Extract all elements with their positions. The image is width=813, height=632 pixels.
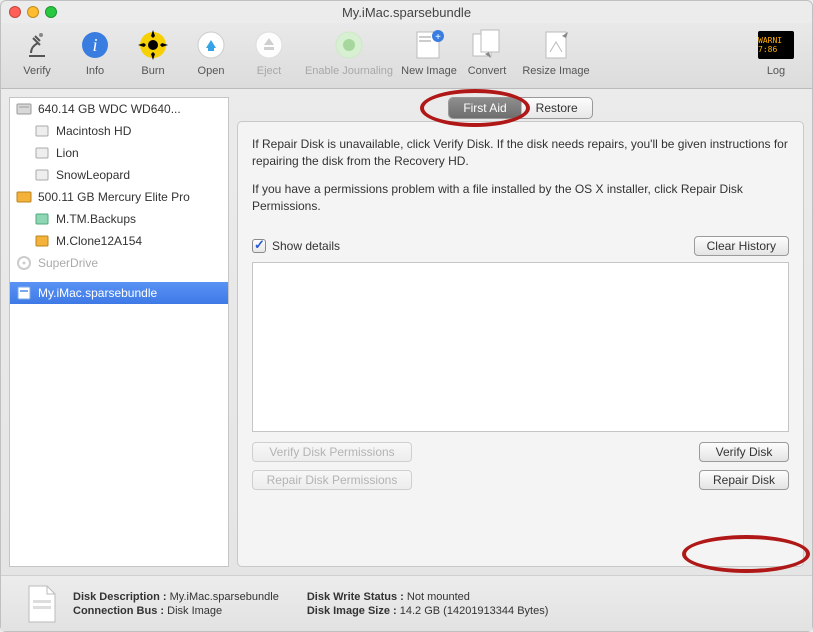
titlebar: My.iMac.sparsebundle — [1, 1, 812, 23]
sidebar-vol-tm-backups[interactable]: M.TM.Backups — [10, 208, 228, 230]
meta-write-val: Not mounted — [407, 591, 470, 603]
sidebar-sparsebundle[interactable]: My.iMac.sparsebundle — [10, 282, 228, 304]
repair-disk-button[interactable]: Repair Disk — [699, 470, 789, 490]
microscope-icon — [19, 27, 55, 63]
volume-icon — [34, 145, 50, 161]
clear-history-button[interactable]: Clear History — [694, 236, 789, 256]
repair-disk-permissions-button: Repair Disk Permissions — [252, 470, 412, 490]
toolbar-resize-image[interactable]: Resize Image — [517, 25, 595, 77]
toolbar-eject: Eject — [241, 25, 297, 77]
volume-icon — [34, 233, 50, 249]
sidebar-blank — [10, 274, 228, 282]
tab-restore[interactable]: Restore — [522, 98, 592, 118]
meta-size-val: 14.2 GB (14201913344 Bytes) — [400, 605, 549, 617]
document-icon — [25, 584, 59, 624]
meta-desc-val: My.iMac.sparsebundle — [170, 591, 279, 603]
volume-icon — [34, 123, 50, 139]
first-aid-pane: If Repair Disk is unavailable, click Ver… — [237, 121, 804, 567]
journaling-icon — [331, 27, 367, 63]
toolbar-burn[interactable]: Burn — [125, 25, 181, 77]
convert-icon — [469, 27, 505, 63]
resize-image-icon — [538, 27, 574, 63]
device-sidebar[interactable]: 640.14 GB WDC WD640... Macintosh HD Lion… — [9, 97, 229, 567]
toolbar-verify[interactable]: Verify — [9, 25, 65, 77]
toolbar-log[interactable]: WARNI 7:86 Log — [748, 25, 804, 77]
burn-icon — [135, 27, 171, 63]
optical-drive-icon — [16, 255, 32, 271]
verify-disk-permissions-button: Verify Disk Permissions — [252, 442, 412, 462]
toolbar-convert[interactable]: Convert — [459, 25, 515, 77]
toolbar-open[interactable]: Open — [183, 25, 239, 77]
sidebar-vol-lion[interactable]: Lion — [10, 142, 228, 164]
svg-text:+: + — [435, 32, 441, 43]
toolbar: Verify i Info Burn Open Eject — [1, 23, 812, 89]
toolbar-info[interactable]: i Info — [67, 25, 123, 77]
meta-write-key: Disk Write Status : — [307, 591, 404, 603]
new-image-icon: + — [411, 27, 447, 63]
sidebar-vol-snowleopard[interactable]: SnowLeopard — [10, 164, 228, 186]
volume-icon — [34, 167, 50, 183]
meta-size-key: Disk Image Size : — [307, 605, 397, 617]
meta-desc-key: Disk Description : — [73, 591, 167, 603]
toolbar-enable-journaling: Enable Journaling — [299, 25, 399, 77]
sidebar-vol-macintosh-hd[interactable]: Macintosh HD — [10, 120, 228, 142]
info-icon: i — [77, 27, 113, 63]
main-panel: First Aid Restore If Repair Disk is unav… — [237, 97, 804, 567]
verify-disk-button[interactable]: Verify Disk — [699, 442, 789, 462]
tab-bar: First Aid Restore — [237, 97, 804, 123]
details-log[interactable] — [252, 262, 789, 432]
show-details-checkbox[interactable] — [252, 239, 266, 253]
disk-image-icon — [16, 285, 32, 301]
tab-first-aid[interactable]: First Aid — [449, 98, 521, 118]
meta-conn-key: Connection Bus : — [73, 605, 164, 617]
sidebar-superdrive: SuperDrive — [10, 252, 228, 274]
sidebar-disk-wdc[interactable]: 640.14 GB WDC WD640... — [10, 98, 228, 120]
pane-description: If Repair Disk is unavailable, click Ver… — [252, 136, 789, 216]
show-details-label[interactable]: Show details — [272, 239, 340, 253]
hdd-icon — [16, 101, 32, 117]
meta-conn-val: Disk Image — [167, 605, 222, 617]
svg-text:i: i — [92, 35, 97, 55]
external-hdd-icon — [16, 189, 32, 205]
eject-icon — [251, 27, 287, 63]
toolbar-new-image[interactable]: + New Image — [401, 25, 457, 77]
sidebar-vol-clone[interactable]: M.Clone12A154 — [10, 230, 228, 252]
open-icon — [193, 27, 229, 63]
footer-info: Disk Description : My.iMac.sparsebundle … — [1, 575, 812, 631]
log-icon: WARNI 7:86 — [758, 27, 794, 63]
sidebar-disk-mercury[interactable]: 500.11 GB Mercury Elite Pro — [10, 186, 228, 208]
window-title: My.iMac.sparsebundle — [1, 5, 812, 20]
volume-icon — [34, 211, 50, 227]
